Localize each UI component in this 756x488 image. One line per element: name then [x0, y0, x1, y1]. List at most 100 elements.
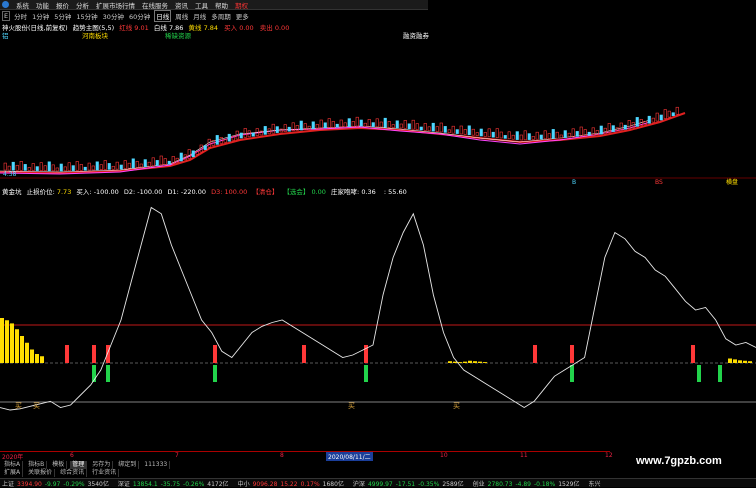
candlestick	[547, 133, 551, 139]
menu-online-service[interactable]: 在线服务	[142, 0, 168, 10]
candlestick	[579, 126, 583, 137]
green-signal-stick	[364, 365, 368, 382]
index-pct: -0.29%	[63, 480, 85, 488]
candlestick	[383, 117, 387, 128]
period-more[interactable]: 更多	[235, 11, 250, 21]
candlestick	[327, 118, 331, 128]
date-tick: 6	[70, 452, 74, 459]
green-signal-stick	[697, 365, 701, 382]
menu-quote[interactable]: 报价	[56, 0, 69, 10]
candlestick	[543, 130, 547, 140]
candlestick	[227, 133, 231, 142]
index-volume: 3540亿	[87, 480, 109, 488]
app-logo-icon[interactable]	[2, 1, 9, 8]
index-pct: -0.26%	[183, 480, 205, 488]
candlestick	[47, 161, 51, 172]
candlestick	[167, 160, 171, 165]
candlestick	[451, 125, 455, 134]
candlestick	[675, 106, 679, 115]
tab-extension-a[interactable]: 扩展A	[2, 469, 24, 477]
candlestick	[203, 145, 207, 150]
date-tick: 12	[605, 452, 613, 459]
tab-indicator-a[interactable]: 指标A	[2, 461, 24, 469]
candlestick	[131, 158, 135, 169]
red-signal-stick	[570, 345, 574, 363]
index-hs300[interactable]: 沪深 4999.97 -17.51 -0.35% 2589亿	[353, 479, 467, 488]
menu-analysis[interactable]: 分析	[76, 0, 89, 10]
index-shenzhen[interactable]: 深证 13854.1 -35.75 -0.26% 4172亿	[118, 479, 232, 488]
tab-template[interactable]: 模板	[50, 461, 68, 469]
candlestick	[287, 126, 291, 132]
candlestick	[343, 122, 347, 128]
candlestick	[663, 109, 667, 119]
index-smallcap[interactable]: 中小 9096.28 15.22 0.17% 1680亿	[238, 479, 347, 488]
candlestick	[51, 164, 55, 172]
histogram-bar	[35, 354, 39, 363]
menu-bar: 系统 功能 报价 分析 扩展市场行情 在线服务 资讯 工具 帮助 期权	[0, 0, 428, 10]
candlestick	[19, 161, 23, 171]
price-chart[interactable]: 4.38 B BS 横盘	[0, 30, 756, 188]
candlestick	[439, 122, 443, 133]
period-60min[interactable]: 60分钟	[128, 11, 151, 21]
histogram-bar	[473, 361, 477, 363]
period-daily[interactable]: 日线	[154, 10, 172, 22]
candlestick	[531, 136, 535, 140]
tab-general-news[interactable]: 综合资讯	[58, 469, 88, 477]
oscillator-chart[interactable]: 买 买 买 买	[0, 195, 756, 450]
tab-indicator-b[interactable]: 指标B	[26, 461, 48, 469]
menu-help[interactable]: 帮助	[215, 0, 228, 10]
candlestick	[411, 119, 415, 130]
menu-extended-market[interactable]: 扩展市场行情	[96, 0, 135, 10]
histogram-bar	[20, 336, 24, 363]
candlestick	[667, 110, 671, 118]
candlestick	[115, 161, 119, 170]
tab-related-quote[interactable]: 关联报价	[26, 469, 56, 477]
candlestick	[467, 125, 471, 136]
index-dongxing[interactable]: 东兴	[588, 479, 603, 488]
candlestick	[143, 159, 147, 167]
red-signal-stick	[533, 345, 537, 363]
index-pct: -0.18%	[533, 480, 556, 488]
buy-mark-3: 买	[348, 402, 355, 410]
watermark: www.7gpzb.com	[636, 455, 722, 467]
index-shanghai[interactable]: 上证 3394.90 -9.97 -0.29% 3540亿	[2, 479, 112, 488]
menu-tools[interactable]: 工具	[195, 0, 208, 10]
period-weekly[interactable]: 周线	[174, 11, 189, 21]
menu-options[interactable]: 期权	[235, 0, 248, 10]
histogram-bar	[738, 360, 742, 363]
period-multi[interactable]: 多周期	[210, 11, 232, 21]
candlestick	[155, 160, 159, 166]
candlestick	[75, 161, 79, 171]
index-name: 创业	[472, 480, 485, 488]
period-intraday[interactable]: 分时	[13, 11, 28, 21]
period-1min[interactable]: 1分钟	[31, 11, 50, 21]
index-name: 上证	[2, 480, 15, 488]
candlestick	[487, 128, 491, 138]
marker-bs: BS	[655, 179, 663, 186]
candlestick	[87, 162, 91, 171]
period-monthly[interactable]: 月线	[192, 11, 207, 21]
index-name: 中小	[237, 480, 250, 488]
period-5min[interactable]: 5分钟	[53, 11, 72, 21]
candlestick	[323, 122, 327, 129]
tab-111333[interactable]: 111333	[142, 461, 171, 469]
tab-manage[interactable]: 管理	[70, 461, 88, 469]
index-value: 9096.28	[252, 480, 278, 488]
candlestick	[271, 123, 275, 134]
edit-icon[interactable]: E	[2, 11, 11, 21]
red-signal-stick	[213, 345, 217, 363]
period-15min[interactable]: 15分钟	[75, 11, 98, 21]
candlestick	[659, 114, 663, 121]
index-chinext[interactable]: 创业 2780.73 -4.89 -0.18% 1529亿	[473, 479, 583, 488]
candlestick	[191, 150, 195, 158]
tab-industry-news[interactable]: 行业资讯	[90, 469, 120, 477]
tab-save-as[interactable]: 另存为	[90, 461, 114, 469]
tab-bind-to[interactable]: 绑定到	[116, 461, 140, 469]
menu-function[interactable]: 功能	[36, 0, 49, 10]
menu-system[interactable]: 系统	[16, 0, 29, 10]
menu-news[interactable]: 资讯	[175, 0, 188, 10]
candlestick	[475, 132, 479, 136]
period-30min[interactable]: 30分钟	[102, 11, 125, 21]
signal-sticks	[65, 345, 722, 382]
histogram-bar	[40, 356, 44, 363]
